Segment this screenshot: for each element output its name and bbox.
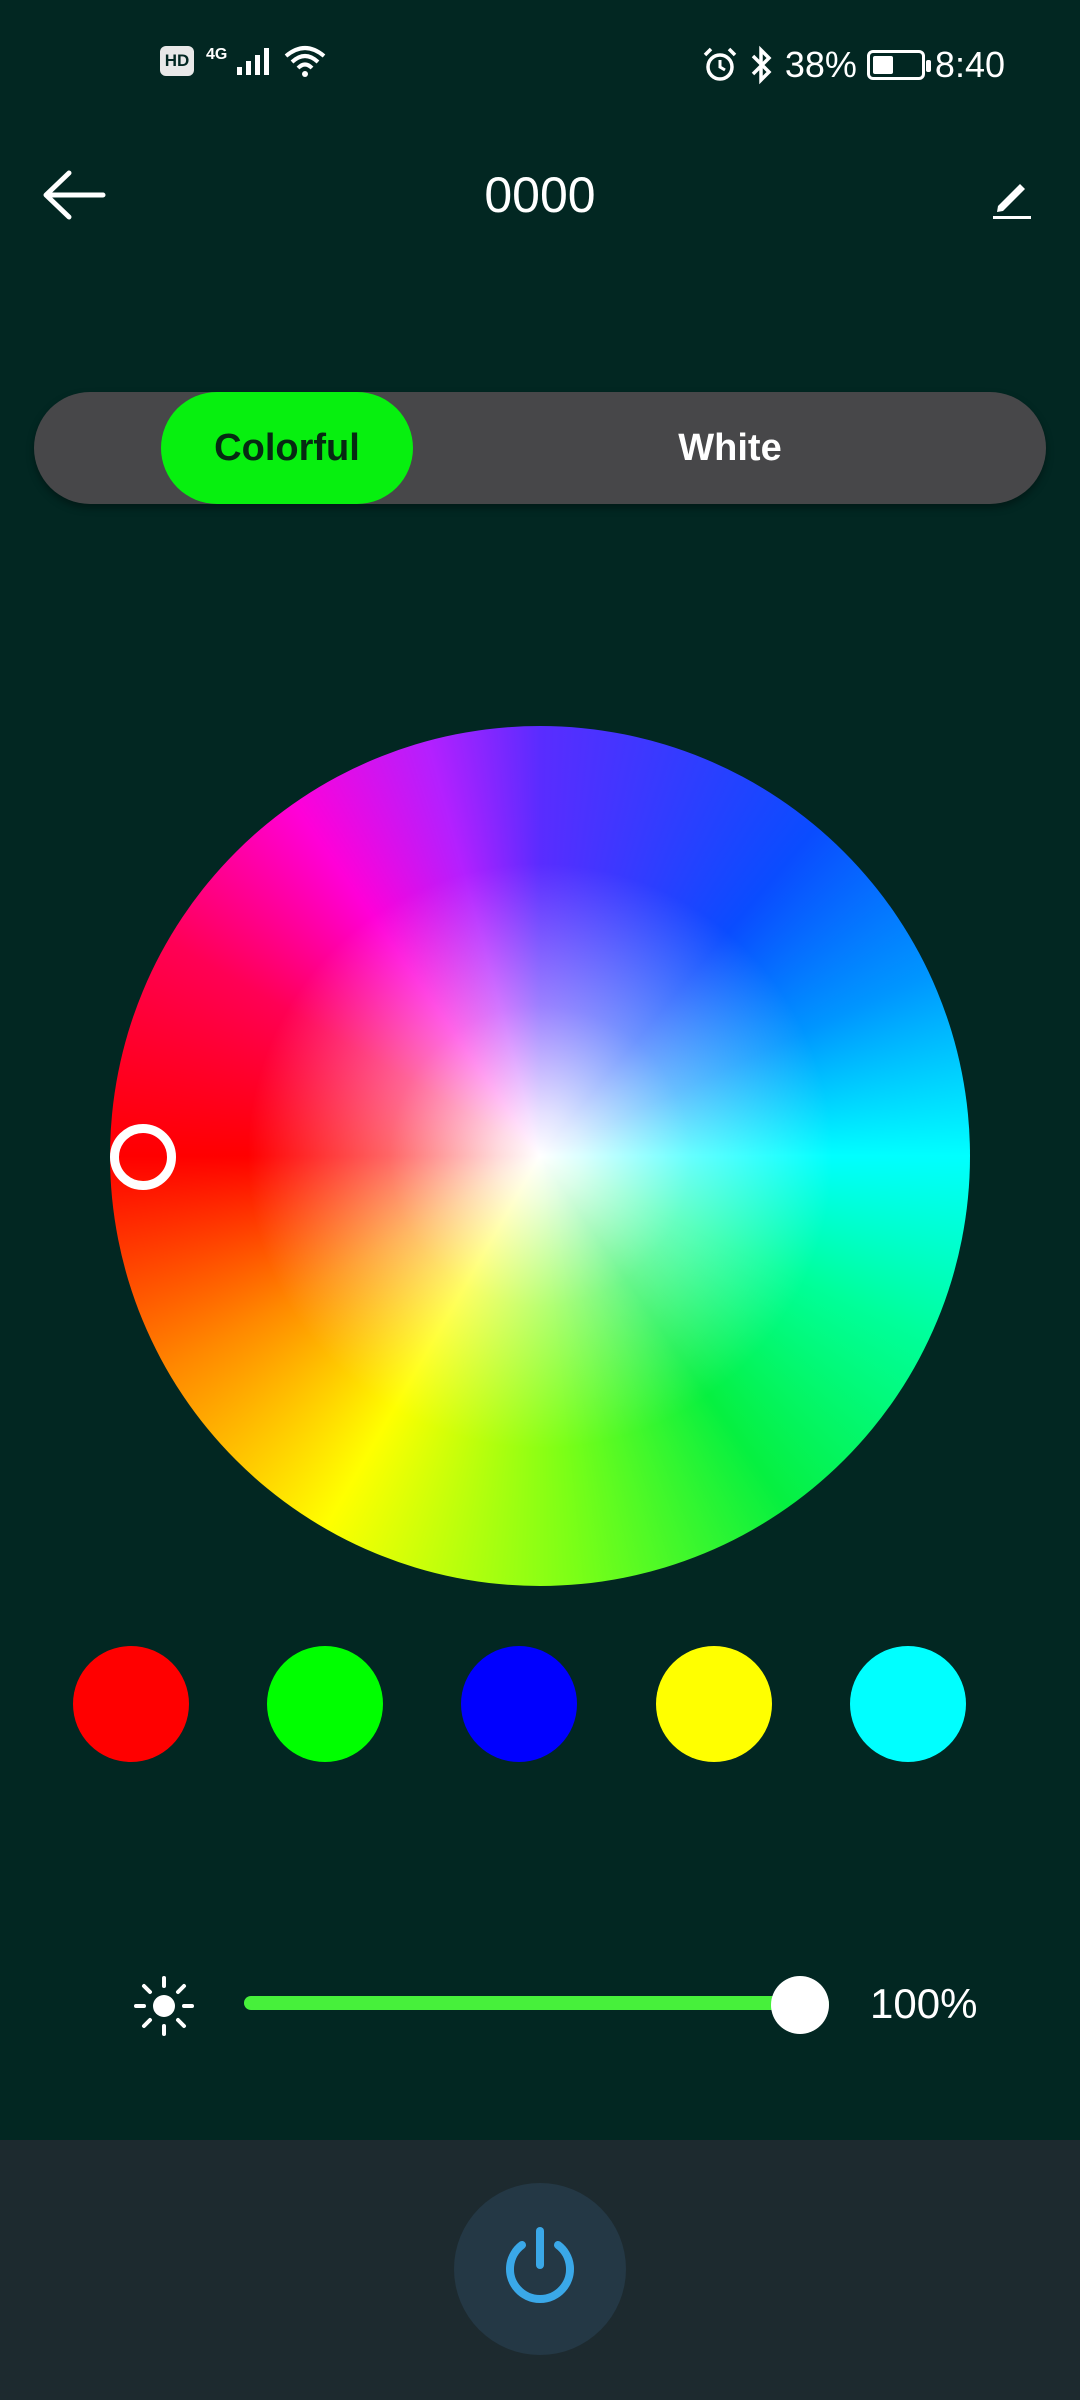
brightness-icon — [134, 1976, 194, 2036]
preset-color-yellow[interactable] — [656, 1646, 772, 1762]
edit-button[interactable] — [984, 170, 1040, 226]
pencil-icon — [993, 184, 1031, 219]
color-wheel[interactable] — [110, 726, 970, 1586]
page-title: 0000 — [484, 167, 596, 223]
network-type-label: 4G — [206, 46, 228, 63]
preset-color-red[interactable] — [73, 1646, 189, 1762]
tab-white[interactable]: White — [594, 392, 866, 504]
brightness-slider-thumb[interactable] — [771, 1976, 829, 2034]
battery-percent: 38% — [784, 44, 857, 85]
preset-color-cyan[interactable] — [850, 1646, 966, 1762]
alarm-icon — [703, 47, 737, 81]
preset-color-blue[interactable] — [461, 1646, 577, 1762]
power-button[interactable] — [454, 2183, 626, 2355]
battery-icon — [866, 50, 931, 80]
wifi-icon — [285, 46, 326, 77]
color-wheel-handle[interactable] — [110, 1124, 176, 1190]
tab-colorful[interactable]: Colorful — [161, 392, 413, 504]
status-bar: HD 4G 38% 8:40 — [0, 0, 1080, 140]
signal-icon — [237, 48, 270, 75]
status-bar-right: 38% 8:40 — [701, 44, 1005, 86]
brightness-value: 100% — [870, 1980, 978, 2027]
clock-time: 8:40 — [934, 44, 1005, 85]
mode-toggle: Colorful White — [34, 392, 1046, 504]
brightness-slider-track[interactable] — [244, 1996, 829, 2010]
status-bar-left: HD 4G — [160, 44, 327, 78]
bluetooth-icon — [751, 45, 772, 85]
hd-icon: HD — [160, 46, 194, 76]
preset-color-green[interactable] — [267, 1646, 383, 1762]
power-icon — [506, 2227, 574, 2303]
light-control-screen: HD 4G 38% 8:40 0000 Colorful White 100% — [0, 0, 1080, 2400]
